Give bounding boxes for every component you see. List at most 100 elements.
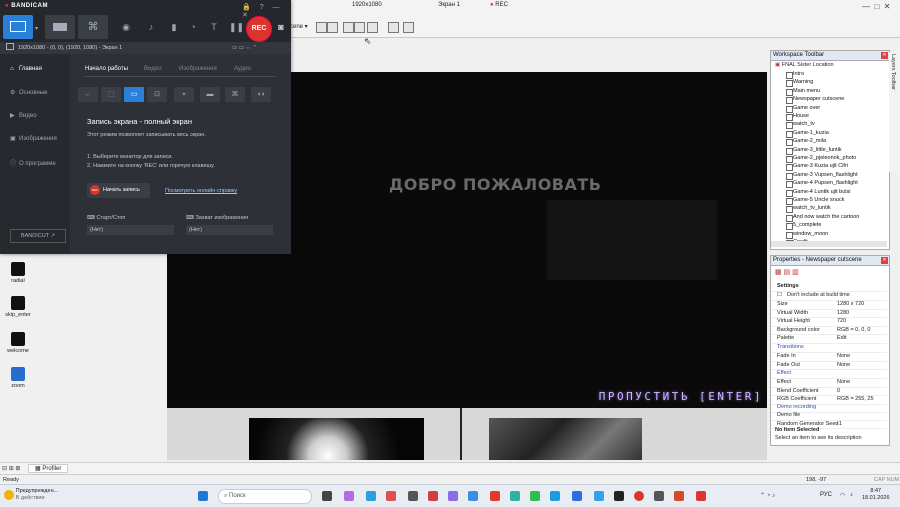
layers-toolbar-tab[interactable]: Layers Toolbar: [890, 54, 896, 90]
scene-select[interactable]: cene ▾: [290, 23, 308, 30]
tray-icons[interactable]: ⌃ ◔ ♪: [760, 492, 775, 499]
lock-icon[interactable]: 🔒: [242, 4, 251, 11]
workspace-tree-item[interactable]: watch_tv_luntik: [786, 205, 831, 214]
profiler-tab[interactable]: ▦ Profiler: [28, 464, 69, 473]
back-icon[interactable]: ←: [78, 87, 98, 102]
tool-button-3[interactable]: [367, 22, 378, 33]
property-value[interactable]: None: [837, 352, 850, 361]
game-mode-button[interactable]: ⌘: [78, 15, 108, 39]
notification-widget[interactable]: Предупрежден... В действии: [4, 488, 58, 502]
app-icon-10[interactable]: [614, 491, 624, 501]
workspace-tree-item[interactable]: Game-3_little_luntik: [786, 147, 842, 155]
desktop-icon-skip-enter[interactable]: skip_enter: [0, 296, 38, 318]
tool-button-1[interactable]: [343, 22, 354, 33]
tab-getting-started[interactable]: Начало работы: [85, 66, 128, 72]
mouse-region-icon[interactable]: ⌖: [174, 87, 194, 102]
app-icon-8[interactable]: [572, 491, 582, 501]
workspace-tree-item[interactable]: Game over: [785, 105, 820, 113]
workspace-tree-item[interactable]: Game-3 Kuzia ujit Cifri: [785, 163, 848, 172]
desktop-icon-zoom[interactable]: zoom: [0, 367, 38, 389]
workspace-tree-item[interactable]: And now watch the cartoon: [785, 214, 859, 222]
mouse-effects-icon[interactable]: ◔: [188, 22, 198, 32]
subtitle-tools-icons[interactable]: ▭ ▭ ⇔ ⌃: [232, 42, 257, 54]
app-icon-11[interactable]: [654, 491, 664, 501]
workspace-root[interactable]: ▣ FNAL Sister Location: [775, 62, 834, 68]
app-icon-6[interactable]: [448, 491, 458, 501]
workspace-tree-item[interactable]: Game-3 Vupsen_flashlight: [786, 172, 858, 180]
workspace-tree-item[interactable]: Newspaper cutscene: [785, 96, 844, 105]
desktop-icon-radial[interactable]: radial: [0, 262, 38, 284]
app-icon-4[interactable]: [408, 491, 418, 501]
audio-only-icon[interactable]: ◖◗: [251, 87, 271, 102]
yandex-icon[interactable]: [490, 491, 500, 501]
tool-button-2[interactable]: [354, 22, 365, 33]
fullscreen-mode-icon[interactable]: ▭: [124, 87, 144, 102]
tab-images[interactable]: Изображения: [179, 66, 217, 72]
workspace-tree-item[interactable]: Game-5 Uncle snuck: [785, 197, 844, 205]
whatsapp-icon[interactable]: [530, 491, 540, 501]
bottom-tab-icons[interactable]: ⊟ ⊞ ⊠: [2, 465, 20, 472]
workspace-tree-item[interactable]: Game-1_kuzia: [786, 130, 829, 138]
workspace-tree-item[interactable]: Main menu: [785, 88, 820, 96]
mic-icon[interactable]: ▮: [169, 22, 179, 32]
properties-toolbar-icons[interactable]: ▦ ▤ ▥: [775, 268, 799, 276]
workspace-close-icon[interactable]: ✕: [881, 52, 888, 59]
device-record-icon[interactable]: ▬: [200, 87, 220, 102]
editor-tab-title[interactable]: 1920x1080: [352, 2, 382, 8]
app-icon-3[interactable]: [386, 491, 396, 501]
mode-dropdown-icon[interactable]: ▾: [35, 25, 38, 32]
wifi-icon[interactable]: ◠: [840, 492, 845, 499]
camera-icon[interactable]: ◙: [276, 22, 286, 32]
volume-icon[interactable]: ♪: [850, 492, 853, 498]
workspace-tree-item[interactable]: watch_tv: [786, 121, 815, 130]
bandicam-taskbar-icon[interactable]: [634, 491, 644, 501]
game-record-icon[interactable]: ⌘: [225, 87, 245, 102]
clock[interactable]: 8:47 18.01.2026: [862, 488, 890, 502]
telegram-icon[interactable]: [550, 491, 560, 501]
rec-button[interactable]: REC: [246, 16, 272, 42]
task-view-icon[interactable]: [322, 491, 332, 501]
sidebar-item-2[interactable]: ▶ Видео: [10, 112, 37, 119]
workspace-tree-item[interactable]: Intro: [785, 71, 804, 79]
sidebar-item-4[interactable]: ⓘ О программе: [10, 158, 56, 167]
property-value[interactable]: Edit: [837, 334, 846, 343]
sidebar-item-3[interactable]: ▣ Изображения: [10, 135, 57, 142]
minimize-icon[interactable]: —: [273, 4, 280, 11]
property-value[interactable]: 1280: [837, 309, 849, 318]
workspace-tree-item[interactable]: Warning: [785, 79, 813, 88]
workspace-tree-item[interactable]: Game-2_mila: [785, 138, 826, 147]
property-value[interactable]: None: [837, 361, 850, 370]
property-value[interactable]: 0: [837, 387, 840, 396]
tab-video[interactable]: Видео: [144, 66, 162, 72]
speaker-icon[interactable]: ♪: [146, 22, 156, 32]
app-icon-1[interactable]: [344, 491, 354, 501]
workspace-tree-item[interactable]: Game-2_pjeleonok_photo: [785, 155, 856, 163]
webcam-icon[interactable]: ◉: [121, 22, 131, 32]
editor-tab-title2[interactable]: Экран 1: [438, 2, 460, 8]
property-value[interactable]: -1: [837, 420, 842, 429]
close-icon[interactable]: ✕: [242, 12, 248, 19]
bandicut-button[interactable]: BANDICUT ↗: [10, 229, 66, 243]
sidebar-item-0[interactable]: ⌂ Главная: [10, 66, 42, 72]
workspace-tree-item[interactable]: 5_complete: [785, 222, 821, 231]
property-value[interactable]: 1280 x 720: [837, 300, 864, 309]
screen-mode-button[interactable]: [3, 15, 33, 39]
hotkey-record-field[interactable]: (Нет): [87, 225, 174, 235]
app-icon-9[interactable]: [594, 491, 604, 501]
start-icon[interactable]: [198, 491, 208, 501]
properties-close-icon[interactable]: ✕: [881, 257, 888, 264]
text-icon[interactable]: T: [209, 22, 219, 32]
around-mouse-icon[interactable]: ⊡: [147, 87, 167, 102]
pause-icon[interactable]: ❚❚: [229, 22, 244, 32]
desktop-icon-welcome[interactable]: welcome: [0, 332, 38, 354]
app-icon-2[interactable]: [366, 491, 376, 501]
workspace-tree-item[interactable]: window_moon: [785, 231, 828, 239]
device-mode-button[interactable]: [45, 15, 75, 39]
next-frame-button[interactable]: [327, 22, 338, 33]
hotkey-capture-field[interactable]: (Нет): [186, 225, 273, 235]
tab-audio[interactable]: Аудио: [234, 66, 251, 72]
prev-frame-button[interactable]: [316, 22, 327, 33]
app-icon-5[interactable]: [428, 491, 438, 501]
workspace-tree-item[interactable]: Game-4 Pupsen_flashlight: [786, 180, 858, 189]
tool-button-5[interactable]: [403, 22, 414, 33]
